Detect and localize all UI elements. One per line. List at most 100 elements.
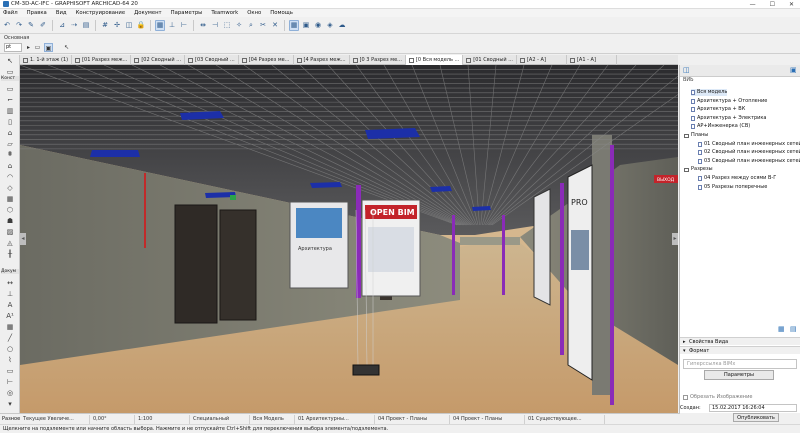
parameters-button[interactable]: Параметры [704, 370, 774, 380]
format-select[interactable]: Гиперссылка BIMx [683, 359, 797, 369]
menu-help[interactable]: Помощь [270, 10, 293, 16]
guide-line-icon[interactable]: ⇢ [69, 20, 79, 31]
lock-icon[interactable]: 🔒 [136, 20, 146, 31]
view-properties-section[interactable]: ▸ Свойства Вида [680, 337, 800, 345]
select-mode-icon[interactable]: ▭ [33, 43, 42, 52]
status-field[interactable]: 04 Проект - Планы [450, 414, 525, 424]
morph-tool-icon[interactable]: ⬡ [4, 205, 16, 214]
view-tab[interactable]: [03 Сводный ... [185, 55, 239, 65]
marquee-tool-icon[interactable]: ▭ [4, 67, 16, 76]
shell-tool-icon[interactable]: ◠ [4, 172, 16, 181]
tree-view-item[interactable]: 05 Разрезы поперечные [698, 184, 767, 191]
undo-icon[interactable]: ↶ [2, 20, 12, 31]
dimension-tool-icon[interactable]: ↔ [4, 278, 16, 287]
tree-view-item[interactable]: 01 Сводный план инженерных сетей [698, 141, 800, 148]
format-section[interactable]: ▾ Формат [680, 346, 800, 354]
text-tool-icon[interactable]: A [4, 300, 16, 309]
minimize-button[interactable]: — [750, 0, 756, 9]
view-tab[interactable]: [02 Сводный ... [131, 55, 186, 65]
status-field[interactable]: Текущее Увеличе... [20, 414, 90, 424]
view-tab[interactable]: [4 Разрез меж... [294, 55, 350, 65]
settings-icon[interactable]: ▤ [790, 325, 797, 333]
status-field[interactable]: Вся Модель [250, 414, 295, 424]
perspective-icon[interactable]: ◈ [325, 20, 335, 31]
zone-tool-icon[interactable]: ▨ [4, 227, 16, 236]
maximize-button[interactable]: ☐ [770, 0, 775, 9]
menu-window[interactable]: Окно [247, 10, 261, 16]
arrow-tool-icon[interactable]: ↖ [4, 56, 16, 65]
more-tools-icon[interactable]: ▾ [4, 399, 16, 408]
drawing-tool-icon[interactable]: ▭ [4, 366, 16, 375]
view-tab[interactable]: [A1 - A] [567, 55, 617, 65]
view-map-icon[interactable]: ▣ [790, 66, 797, 74]
mesh-tool-icon[interactable]: ◬ [4, 238, 16, 247]
beam-tool-icon[interactable]: ⌂ [4, 128, 16, 137]
view-tab[interactable]: [01 Разрез меж... [72, 55, 132, 65]
menu-options[interactable]: Параметры [171, 10, 203, 16]
view-tab[interactable]: [01 Сводный ... [463, 55, 517, 65]
level-dim-tool-icon[interactable]: ⊥ [4, 289, 16, 298]
view-tab[interactable]: [04 Разрез ме... [239, 55, 294, 65]
cross-icon[interactable]: ✕ [270, 20, 280, 31]
tree-view-item[interactable]: 04 Разрез между осями В-Г [698, 175, 776, 182]
window-tool-icon[interactable]: ▥ [4, 106, 16, 115]
menu-design[interactable]: Конструирование [76, 10, 126, 16]
status-field[interactable]: 04 Проект - Планы [375, 414, 450, 424]
roof-tool-icon[interactable]: ⌂ [4, 161, 16, 170]
crop-checkbox[interactable] [683, 394, 688, 400]
marquee-icon[interactable]: ⬚ [222, 20, 232, 31]
measure-distance-icon[interactable]: ⇹ [198, 20, 208, 31]
menu-teamwork[interactable]: Teamwork [211, 10, 238, 16]
menu-view[interactable]: Вид [56, 10, 67, 16]
polyline-tool-icon[interactable]: ⌇ [4, 355, 16, 364]
tree-folder[interactable]: Разрезы [684, 166, 713, 173]
tree-view-item[interactable]: 03 Сводный план инженерных сетей [698, 158, 800, 165]
view-icon[interactable]: ◫ [124, 20, 134, 31]
skylight-tool-icon[interactable]: ◇ [4, 183, 16, 192]
hotspot-icon[interactable]: ✧ [234, 20, 244, 31]
tree-view-item[interactable]: АР+Инженерка (СВ) [691, 123, 750, 130]
menu-file[interactable]: Файл [3, 10, 18, 16]
cut-icon[interactable]: ✂ [258, 20, 268, 31]
object-tool-icon[interactable]: ☗ [4, 216, 16, 225]
redo-icon[interactable]: ↷ [14, 20, 24, 31]
stair-tool-icon[interactable]: ⩩ [4, 150, 16, 159]
scroll-left-icon[interactable]: ◂ [20, 233, 26, 245]
tree-view-item[interactable]: Архитектура + Отопление [691, 98, 767, 105]
layer-field[interactable]: pt [4, 43, 22, 52]
zoom-icon[interactable]: ⌕ [246, 20, 256, 31]
arrow-dropdown-icon[interactable]: ▸ [24, 43, 33, 52]
project-map-icon[interactable]: ◫ [683, 66, 690, 74]
3d-grid-icon[interactable]: ▦ [289, 19, 299, 31]
layer-toggle-icon[interactable]: ▦ [155, 19, 165, 31]
tree-view-item[interactable]: Архитектура + ВК [691, 106, 745, 113]
pick-up-icon[interactable]: ✎ [26, 20, 36, 31]
cursor-arrow-icon[interactable]: ↖ [62, 43, 71, 52]
scroll-right-icon[interactable]: ▸ [672, 233, 678, 245]
3d-viewport[interactable]: Архитектура OPEN BIM PRO ВЫХОД ◂ ▸ [20, 65, 678, 413]
column-tool-icon[interactable]: ▯ [4, 117, 16, 126]
menu-edit[interactable]: Правка [27, 10, 47, 16]
trace-icon[interactable]: ▤ [81, 20, 91, 31]
new-folder-icon[interactable]: ▦ [778, 325, 785, 333]
marquee-mode-icon[interactable]: ▣ [44, 43, 53, 52]
view-tab[interactable]: [0 Вся модель ... [405, 55, 464, 65]
section-icon[interactable]: ⊥ [167, 20, 177, 31]
view-tab[interactable]: [0 3 Разрез ме... [350, 55, 406, 65]
section-tool-icon[interactable]: ⊢ [4, 377, 16, 386]
tree-view-item[interactable]: 02 Сводный план инженерных сетей [698, 149, 800, 156]
3d-corridor-scene[interactable]: Архитектура OPEN BIM PRO ВЫХОД [20, 65, 678, 413]
3d-window-icon[interactable]: ▣ [301, 20, 311, 31]
tree-folder[interactable]: Планы [684, 132, 708, 139]
detail-tool-icon[interactable]: ◎ [4, 388, 16, 397]
tree-view-item[interactable]: Архитектура + Электрика [691, 115, 767, 122]
measure-icon[interactable]: ✢ [112, 20, 122, 31]
inject-icon[interactable]: ✐ [38, 20, 48, 31]
railing-tool-icon[interactable]: ╫ [4, 249, 16, 258]
line-tool-icon[interactable]: ╱ [4, 333, 16, 342]
status-field[interactable]: Специальный [190, 414, 250, 424]
wall-tool-icon[interactable]: ▭ [4, 84, 16, 93]
status-field[interactable]: 01 Существующее... [525, 414, 605, 424]
view-tab[interactable]: 1. 1-й этаж (1) [20, 55, 73, 65]
camera-icon[interactable]: ◉ [313, 20, 323, 31]
